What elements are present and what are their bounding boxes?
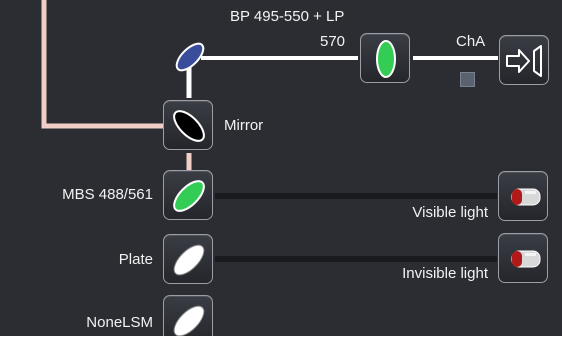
mirror-button[interactable] [163, 100, 213, 150]
light-path-panel: BP 495-550 + LP 570 ChA Mirror MBS 488/5… [0, 0, 562, 336]
filter-label-top: BP 495-550 + LP [230, 8, 345, 25]
channel-checkbox[interactable] [460, 72, 475, 87]
laser-path-line [41, 0, 163, 129]
emission-filter-button[interactable] [360, 33, 410, 83]
visible-light-button[interactable] [498, 171, 548, 221]
beamsplitter-button-3[interactable] [163, 295, 213, 336]
filter-label-bottom: 570 [320, 33, 346, 50]
invisible-light-button[interactable] [498, 233, 548, 283]
invisible-light-label: Invisible light [402, 265, 488, 282]
beamsplitter-button-1[interactable] [163, 170, 213, 220]
black-mirror-icon [173, 110, 205, 142]
channel-label: ChA [456, 33, 486, 50]
lamp-icon [511, 250, 541, 268]
green-filter-icon [376, 40, 396, 78]
white-none-icon [173, 305, 205, 336]
mirror-label: Mirror [224, 117, 264, 134]
light-path-lines [41, 0, 498, 262]
detector-arrow-icon [506, 45, 542, 77]
detector-button[interactable] [499, 35, 549, 85]
lamp-icon [511, 188, 541, 206]
beamsplitter-label-2: Plate [118, 251, 153, 268]
white-plate-icon [173, 244, 205, 276]
beamsplitter-label-1: MBS 488/561 [62, 186, 153, 203]
blue-dichroic-icon[interactable] [172, 38, 208, 76]
beamsplitter-button-2[interactable] [163, 234, 213, 284]
beamsplitter-label-3: NoneLSM [86, 314, 153, 331]
visible-light-label: Visible light [412, 204, 488, 221]
green-beamsplitter-icon [173, 180, 205, 212]
